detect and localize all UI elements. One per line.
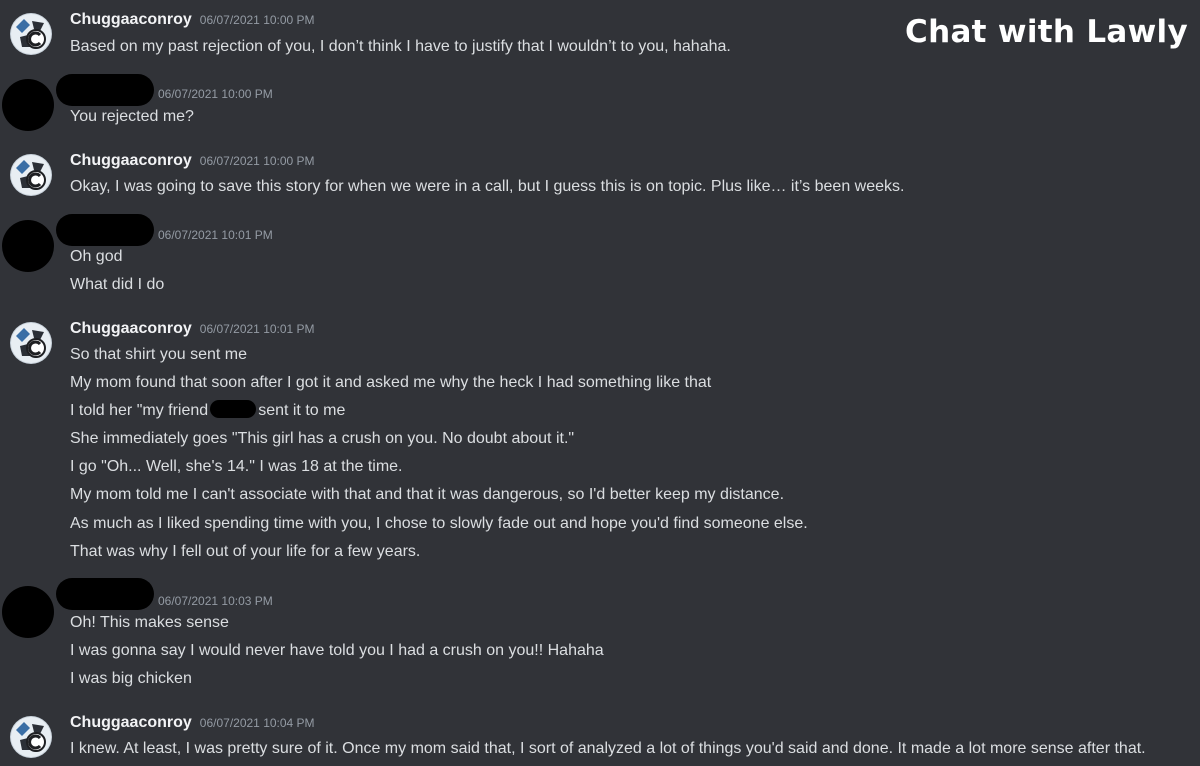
redacted-avatar (2, 220, 54, 272)
message-text: As much as I liked spending time with yo… (70, 515, 808, 532)
redacted-username (56, 214, 154, 246)
message-timestamp: 06/07/2021 10:00 PM (158, 87, 273, 101)
message-text: She immediately goes "This girl has a cr… (70, 430, 575, 447)
chuggaaconroy-avatar-icon[interactable] (10, 322, 52, 364)
message-text: Oh god (70, 248, 123, 265)
message-text: Okay, I was going to save this story for… (70, 178, 905, 195)
redacted-username (56, 74, 154, 106)
redacted-name (210, 400, 257, 418)
chuggaaconroy-avatar-icon[interactable] (10, 13, 52, 55)
message-timestamp: 06/07/2021 10:00 PM (199, 13, 315, 27)
message-text: I was gonna say I would never have told … (70, 642, 604, 659)
message-text: I told her "my friend sent it to me (70, 400, 345, 422)
message-text: Oh! This makes sense (70, 614, 229, 631)
message-text: That was why I fell out of your life for… (70, 543, 421, 560)
message-author[interactable]: Chuggaaconroy (70, 714, 192, 732)
message-text-fragment: I told her "my friend (70, 402, 209, 419)
redacted-avatar (2, 79, 54, 131)
message-timestamp: 06/07/2021 10:03 PM (158, 594, 273, 608)
message-text: I go "Oh... Well, she's 14." I was 18 at… (70, 458, 403, 475)
chuggaaconroy-avatar-icon[interactable] (10, 154, 52, 196)
message-text: Based on my past rejection of you, I don… (70, 38, 731, 55)
redacted-username (56, 578, 154, 610)
message-timestamp: 06/07/2021 10:01 PM (199, 322, 315, 336)
message-timestamp: 06/07/2021 10:04 PM (199, 716, 315, 730)
message-text: You rejected me? (70, 108, 194, 125)
message-author[interactable]: Chuggaaconroy (70, 152, 192, 170)
redacted-avatar (2, 586, 54, 638)
message-feed: Chuggaaconroy 06/07/2021 10:00 PM Based … (0, 0, 1200, 766)
message-author[interactable]: Chuggaaconroy (70, 11, 192, 29)
chuggaaconroy-avatar-icon[interactable] (10, 716, 52, 758)
message-timestamp: 06/07/2021 10:01 PM (158, 228, 273, 242)
message-text: I was big chicken (70, 670, 192, 687)
message-author[interactable]: Chuggaaconroy (70, 320, 192, 338)
message-text: What did I do (70, 276, 165, 293)
message-text: I knew. At least, I was pretty sure of i… (70, 740, 1146, 757)
message-text: So that shirt you sent me (70, 346, 247, 363)
message-text-fragment: sent it to me (258, 402, 346, 419)
message-text: My mom found that soon after I got it an… (70, 374, 712, 391)
message-timestamp: 06/07/2021 10:00 PM (199, 154, 315, 168)
overlay-title: Chat with Lawly (905, 14, 1188, 50)
message-text: My mom told me I can't associate with th… (70, 486, 785, 503)
